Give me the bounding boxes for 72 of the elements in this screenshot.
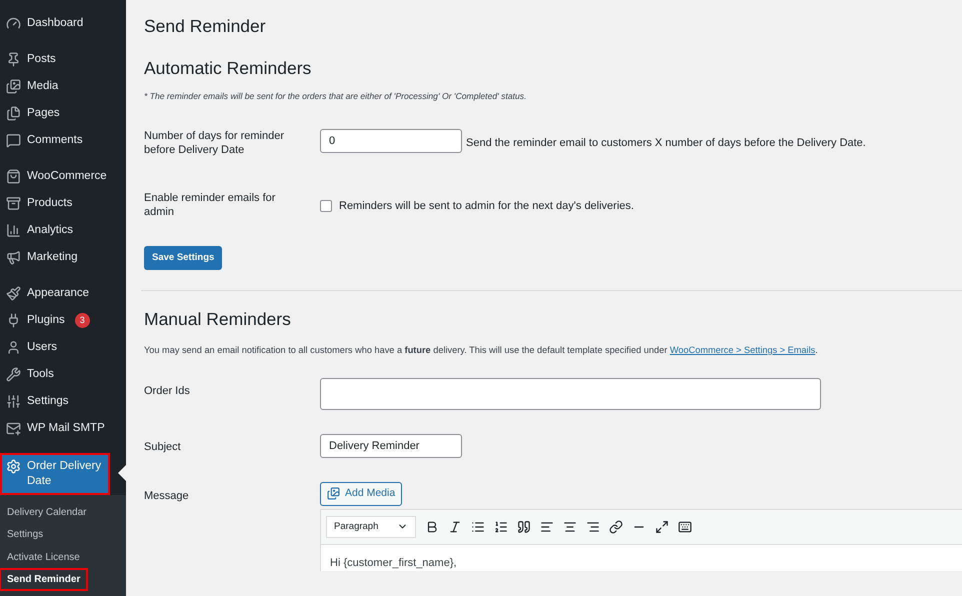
menu-item[interactable]: Analytics [0, 217, 126, 244]
field-label: Number of days for reminder before Delivery Date [144, 128, 285, 157]
field-label: Subject [144, 440, 182, 455]
menu-item[interactable]: WP Mail SMTP [0, 415, 126, 442]
menu-item[interactable]: Settings [0, 388, 126, 415]
bold-icon[interactable] [425, 520, 439, 534]
speech-bubble-icon [6, 133, 21, 148]
archive-box-icon [6, 196, 21, 211]
shopping-bag-icon [6, 169, 21, 184]
menu-item[interactable]: Media [0, 73, 126, 100]
help-text: Send the reminder email to customers X number of days before the Delivery Date. [466, 136, 866, 151]
quote-icon[interactable] [517, 520, 531, 534]
field-label: Order Ids [144, 384, 191, 399]
save-settings-button[interactable]: Save Settings [144, 246, 222, 270]
editor-content[interactable]: Hi {customer_first_name}, [320, 544, 962, 572]
menu-item[interactable]: Tools [0, 361, 126, 388]
menu-item[interactable]: Dashboard [0, 10, 126, 37]
menu-item[interactable]: Marketing [0, 244, 126, 271]
add-media-button[interactable]: Add Media [320, 482, 402, 506]
checkbox[interactable] [320, 200, 332, 212]
message-text: Hi {customer_first_name}, [330, 556, 457, 569]
menu-item[interactable]: Appearance [0, 280, 126, 307]
subject-input[interactable]: Delivery Reminder [320, 434, 462, 458]
images-icon [6, 79, 21, 94]
menu-item[interactable]: Users [0, 334, 126, 361]
order-ids-input[interactable] [320, 378, 821, 410]
section-heading: Automatic Reminders [144, 57, 312, 79]
images-icon [327, 487, 340, 500]
pin-icon [6, 52, 21, 67]
megaphone-icon [6, 250, 21, 265]
align-center-icon[interactable] [563, 520, 577, 534]
italic-icon[interactable] [448, 520, 462, 534]
keyboard-icon[interactable] [678, 520, 692, 534]
menu-item[interactable]: Comments [0, 127, 126, 154]
menu-item[interactable]: WooCommerce [0, 163, 126, 190]
pages-icon [6, 106, 21, 121]
plug-icon [6, 313, 21, 328]
page-title: Send Reminder [144, 15, 266, 37]
submenu-item[interactable]: Settings [0, 524, 50, 546]
menu-item[interactable]: Posts [0, 46, 126, 73]
submenu-item[interactable]: Activate License [0, 546, 87, 568]
align-left-icon[interactable] [540, 520, 554, 534]
menu-item[interactable]: Order Delivery Date [0, 453, 110, 495]
emails-settings-link[interactable]: WooCommerce > Settings > Emails [670, 344, 816, 355]
sliders-icon [6, 394, 21, 409]
submenu-item[interactable]: Delivery Calendar [0, 502, 94, 523]
fullscreen-icon[interactable] [655, 520, 669, 534]
paintbrush-icon [6, 286, 21, 301]
mail-icon [6, 421, 21, 436]
menu-item[interactable]: Products [0, 190, 126, 217]
field-label: Message [144, 488, 190, 504]
user-icon [6, 340, 21, 355]
note-text: * The reminder emails will be sent for the orders that are either of 'Processing' Or 'Completed' status. [144, 90, 526, 103]
field-label: Enable reminder emails for admin [144, 190, 276, 219]
days-input[interactable]: 0 [320, 128, 462, 153]
menu-item[interactable]: Pages [0, 100, 126, 127]
wrench-icon [6, 367, 21, 382]
submenu-item[interactable]: Send Reminder [0, 569, 88, 590]
menu-item[interactable]: Plugins 3 [0, 307, 126, 334]
numbered-list-icon[interactable] [494, 520, 508, 534]
section-heading: Manual Reminders [144, 308, 291, 330]
bar-chart-icon [6, 223, 21, 238]
help-text: Reminders will be sent to admin for the next day's deliveries. [339, 198, 634, 214]
current-arrow-icon [118, 465, 126, 481]
align-right-icon[interactable] [586, 520, 600, 534]
count-badge: 3 [74, 313, 90, 328]
gear-icon [6, 459, 21, 474]
bullet-list-icon[interactable] [471, 520, 485, 534]
description-text: You may send an email notification to all customers who have a future delivery. This will use the default template specified under WooCommerce > Settings > Emails. [144, 344, 818, 357]
format-select[interactable]: Paragraph [326, 516, 416, 538]
link-icon[interactable] [609, 520, 623, 534]
gauge-icon [6, 16, 21, 31]
